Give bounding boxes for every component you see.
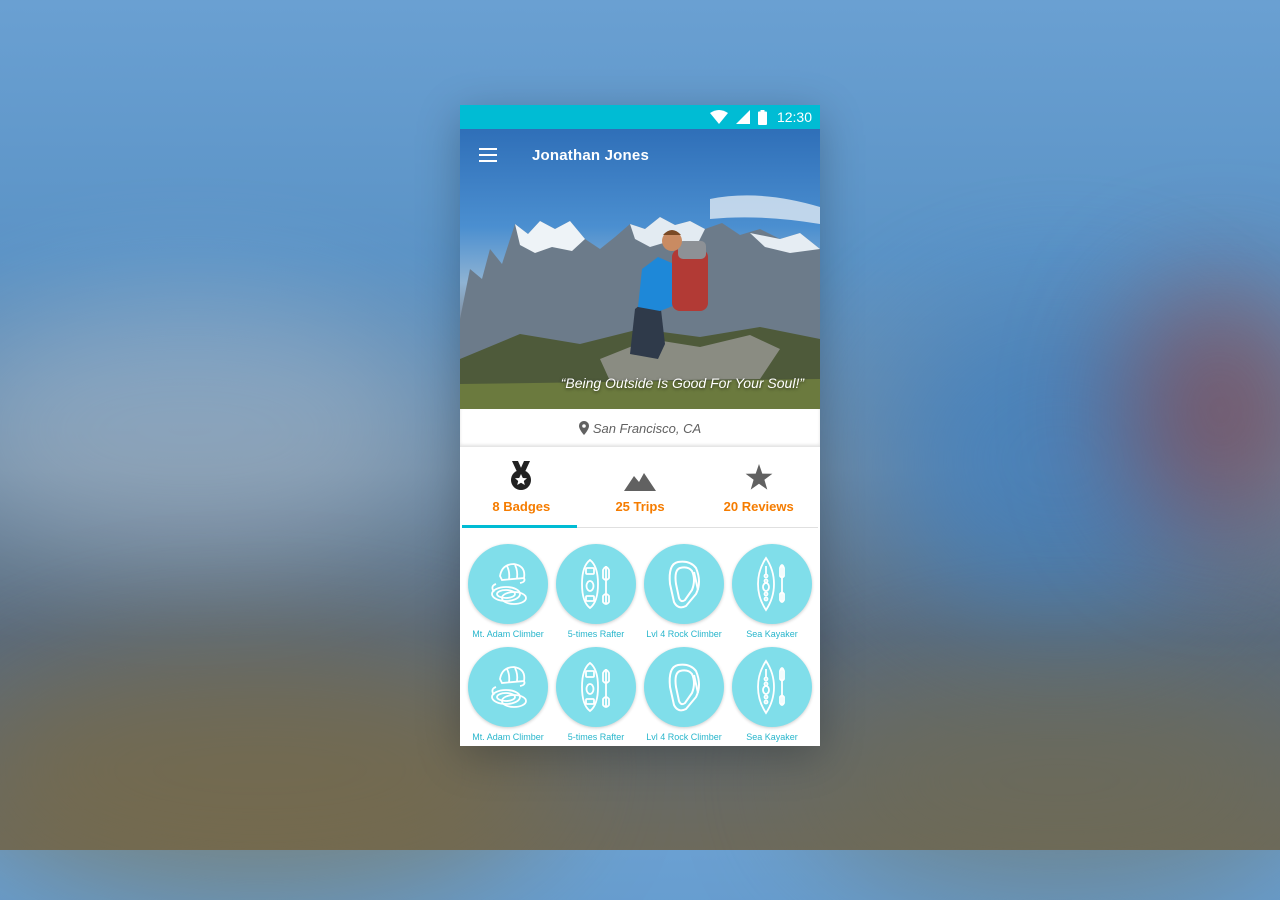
tab-trips-label: 25 Trips <box>615 498 665 514</box>
badge-item[interactable]: Sea Kayaker <box>728 544 816 643</box>
tab-trips[interactable]: 25 Trips <box>581 447 700 527</box>
kayak-paddle-icon <box>744 556 800 612</box>
badge-label: Lvl 4 Rock Climber <box>646 732 722 742</box>
badge-item[interactable]: Lvl 4 Rock Climber <box>640 544 728 643</box>
badge-label: Sea Kayaker <box>746 732 798 742</box>
badges-grid: Mt. Adam Climber 5-times Rafter Lvl 4 Ro… <box>460 528 820 746</box>
mountain-icon <box>624 461 656 491</box>
tab-reviews[interactable]: 20 Reviews <box>699 447 818 527</box>
badge-circle <box>468 544 548 624</box>
badge-item[interactable]: 5-times Rafter <box>552 647 640 746</box>
badge-item[interactable]: Sea Kayaker <box>728 647 816 746</box>
helmet-rope-icon <box>480 556 536 612</box>
star-icon <box>745 461 773 491</box>
badge-circle <box>732 544 812 624</box>
selected-tab-indicator <box>462 525 577 528</box>
carabiner-icon <box>656 659 712 715</box>
signal-icon <box>735 110 750 124</box>
badge-label: Mt. Adam Climber <box>472 629 544 639</box>
badge-label: Lvl 4 Rock Climber <box>646 629 722 639</box>
badge-label: Mt. Adam Climber <box>472 732 544 742</box>
badge-circle <box>556 647 636 727</box>
badge-circle <box>468 647 548 727</box>
badge-label: 5-times Rafter <box>567 629 625 639</box>
tab-badges[interactable]: 8 Badges <box>462 447 581 527</box>
background-blur <box>800 660 1280 900</box>
badge-item[interactable]: Lvl 4 Rock Climber <box>640 647 728 746</box>
tab-badges-label: 8 Badges <box>492 498 551 514</box>
badge-circle <box>556 544 636 624</box>
battery-icon <box>757 109 767 125</box>
profile-hero-image: Jonathan Jones “Being Outside Is Good Fo… <box>460 129 820 409</box>
status-time: 12:30 <box>776 109 812 125</box>
medal-icon <box>509 460 533 491</box>
menu-button[interactable] <box>460 129 516 181</box>
wifi-icon <box>709 110 728 124</box>
status-bar: 12:30 <box>460 105 820 129</box>
location-pin-icon <box>578 421 589 435</box>
hamburger-menu-icon <box>479 148 497 162</box>
location-text: San Francisco, CA <box>592 420 702 436</box>
profile-quote: “Being Outside Is Good For Your Soul!” <box>560 375 804 391</box>
phone-screen: 12:30 Jonathan Jones “Being Outside Is G… <box>460 105 820 746</box>
helmet-rope-icon <box>480 659 536 715</box>
raft-paddle-icon <box>568 659 624 715</box>
badge-item[interactable]: Mt. Adam Climber <box>464 647 552 746</box>
kayak-paddle-icon <box>744 659 800 715</box>
location-row: San Francisco, CA <box>460 409 820 447</box>
profile-name-title: Jonathan Jones <box>532 146 649 164</box>
badge-item[interactable]: 5-times Rafter <box>552 544 640 643</box>
carabiner-icon <box>656 556 712 612</box>
badge-label: Sea Kayaker <box>746 629 798 639</box>
tab-reviews-label: 20 Reviews <box>723 498 794 514</box>
badge-item[interactable]: Mt. Adam Climber <box>464 544 552 643</box>
app-bar: Jonathan Jones <box>460 129 820 181</box>
raft-paddle-icon <box>568 556 624 612</box>
badge-label: 5-times Rafter <box>567 732 625 742</box>
badge-circle <box>732 647 812 727</box>
background-blur <box>0 300 440 560</box>
badge-circle <box>644 647 724 727</box>
profile-tabs: 8 Badges 25 Trips 20 Reviews <box>462 447 818 528</box>
badge-circle <box>644 544 724 624</box>
